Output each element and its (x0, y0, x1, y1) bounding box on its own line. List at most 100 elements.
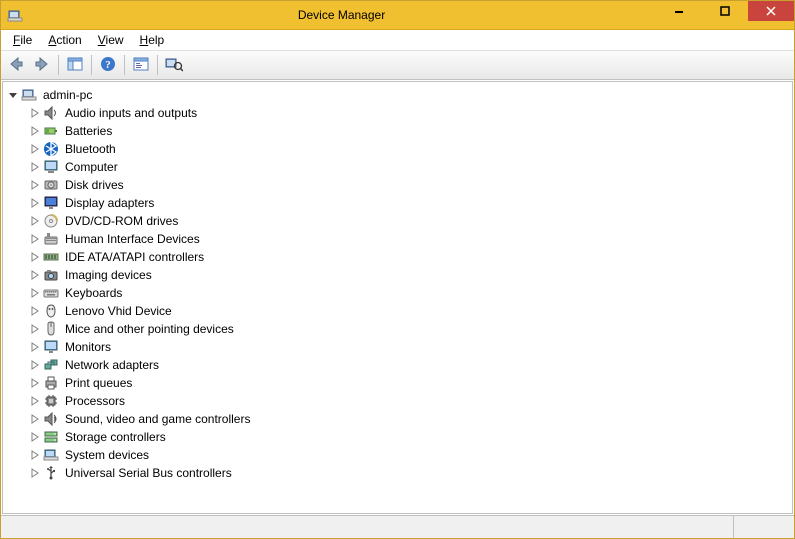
tree-category[interactable]: Lenovo Vhid Device (3, 302, 792, 320)
tree-category[interactable]: Network adapters (3, 356, 792, 374)
tree-category-label: System devices (63, 446, 151, 464)
cpu-icon (43, 393, 59, 409)
expander-icon[interactable] (29, 287, 41, 299)
tree-category-label: Keyboards (63, 284, 124, 302)
expander-icon[interactable] (29, 413, 41, 425)
expander-icon[interactable] (29, 107, 41, 119)
menu-help[interactable]: Help (132, 30, 173, 50)
status-cell-side (734, 516, 794, 538)
tree-category[interactable]: Batteries (3, 122, 792, 140)
expander-icon[interactable] (29, 377, 41, 389)
device-manager-window: Device Manager File Action View Help (0, 0, 795, 539)
expander-icon[interactable] (29, 305, 41, 317)
expander-icon[interactable] (29, 395, 41, 407)
tree-category[interactable]: Computer (3, 158, 792, 176)
tree-category[interactable]: Sound, video and game controllers (3, 410, 792, 428)
tree-category-label: Processors (63, 392, 127, 410)
device-tree-pane[interactable]: admin-pcAudio inputs and outputsBatterie… (2, 81, 793, 514)
caption-buttons (656, 1, 794, 29)
help-button[interactable]: ? (96, 53, 120, 77)
tree-category[interactable]: Imaging devices (3, 266, 792, 284)
storage-icon (43, 429, 59, 445)
expander-icon[interactable] (29, 431, 41, 443)
menu-file[interactable]: File (5, 30, 40, 50)
scan-hardware-button[interactable] (162, 53, 186, 77)
minimize-button[interactable] (656, 1, 702, 21)
ide-icon (43, 249, 59, 265)
expander-icon[interactable] (29, 143, 41, 155)
tree-category-label: Computer (63, 158, 120, 176)
show-hide-tree-button[interactable] (63, 53, 87, 77)
expander-icon[interactable] (29, 449, 41, 461)
back-button[interactable] (4, 53, 28, 77)
expander-icon[interactable] (7, 89, 19, 101)
bluetooth-icon (43, 141, 59, 157)
tree-category-label: Imaging devices (63, 266, 154, 284)
tree-category[interactable]: Human Interface Devices (3, 230, 792, 248)
tree-category-label: Batteries (63, 122, 114, 140)
titlebar[interactable]: Device Manager (1, 1, 794, 30)
tree-category-label: Display adapters (63, 194, 156, 212)
tree-category[interactable]: Monitors (3, 338, 792, 356)
tree-category[interactable]: Display adapters (3, 194, 792, 212)
tree-category[interactable]: Universal Serial Bus controllers (3, 464, 792, 482)
tree-category[interactable]: Storage controllers (3, 428, 792, 446)
tree-category-label: Universal Serial Bus controllers (63, 464, 234, 482)
expander-icon[interactable] (29, 233, 41, 245)
properties-icon (133, 56, 149, 75)
close-button[interactable] (748, 1, 794, 21)
network-icon (43, 357, 59, 373)
tree-root-label: admin-pc (41, 86, 94, 104)
display-icon (43, 195, 59, 211)
disk-icon (43, 177, 59, 193)
tree-root[interactable]: admin-pc (3, 86, 792, 104)
expander-icon[interactable] (29, 323, 41, 335)
tree-category[interactable]: Keyboards (3, 284, 792, 302)
tree-category[interactable]: Disk drives (3, 176, 792, 194)
tree-category-label: Bluetooth (63, 140, 118, 158)
tree-category[interactable]: Mice and other pointing devices (3, 320, 792, 338)
tree-pane-icon (67, 56, 83, 75)
tree-category[interactable]: System devices (3, 446, 792, 464)
statusbar (1, 515, 794, 538)
tree-category-label: Sound, video and game controllers (63, 410, 252, 428)
expander-icon[interactable] (29, 251, 41, 263)
expander-icon[interactable] (29, 197, 41, 209)
expander-icon[interactable] (29, 215, 41, 227)
scan-icon (165, 56, 183, 75)
monitor-icon (43, 339, 59, 355)
tree-category[interactable]: DVD/CD-ROM drives (3, 212, 792, 230)
tree-category[interactable]: IDE ATA/ATAPI controllers (3, 248, 792, 266)
tree-category-label: Print queues (63, 374, 134, 392)
tree-category-label: Audio inputs and outputs (63, 104, 199, 122)
svg-text:?: ? (105, 59, 111, 71)
tree-category[interactable]: Print queues (3, 374, 792, 392)
properties-button[interactable] (129, 53, 153, 77)
expander-icon[interactable] (29, 341, 41, 353)
expander-icon[interactable] (29, 269, 41, 281)
expander-icon[interactable] (29, 179, 41, 191)
status-cell-main (1, 516, 734, 538)
tree-category-label: Storage controllers (63, 428, 168, 446)
toolbar-separator (157, 55, 158, 75)
app-icon (7, 7, 23, 23)
imaging-icon (43, 267, 59, 283)
expander-icon[interactable] (29, 359, 41, 371)
forward-arrow-icon (34, 56, 50, 75)
tree-category[interactable]: Processors (3, 392, 792, 410)
keyboard-icon (43, 285, 59, 301)
menu-action[interactable]: Action (40, 30, 89, 50)
computer-root-icon (21, 87, 37, 103)
expander-icon[interactable] (29, 125, 41, 137)
tree-category-label: Network adapters (63, 356, 161, 374)
expander-icon[interactable] (29, 467, 41, 479)
tree-category[interactable]: Audio inputs and outputs (3, 104, 792, 122)
computer-icon (43, 159, 59, 175)
tree-category[interactable]: Bluetooth (3, 140, 792, 158)
tree-category-label: Disk drives (63, 176, 126, 194)
expander-icon[interactable] (29, 161, 41, 173)
forward-button[interactable] (30, 53, 54, 77)
menu-view[interactable]: View (90, 30, 132, 50)
menubar: File Action View Help (1, 30, 794, 51)
maximize-button[interactable] (702, 1, 748, 21)
